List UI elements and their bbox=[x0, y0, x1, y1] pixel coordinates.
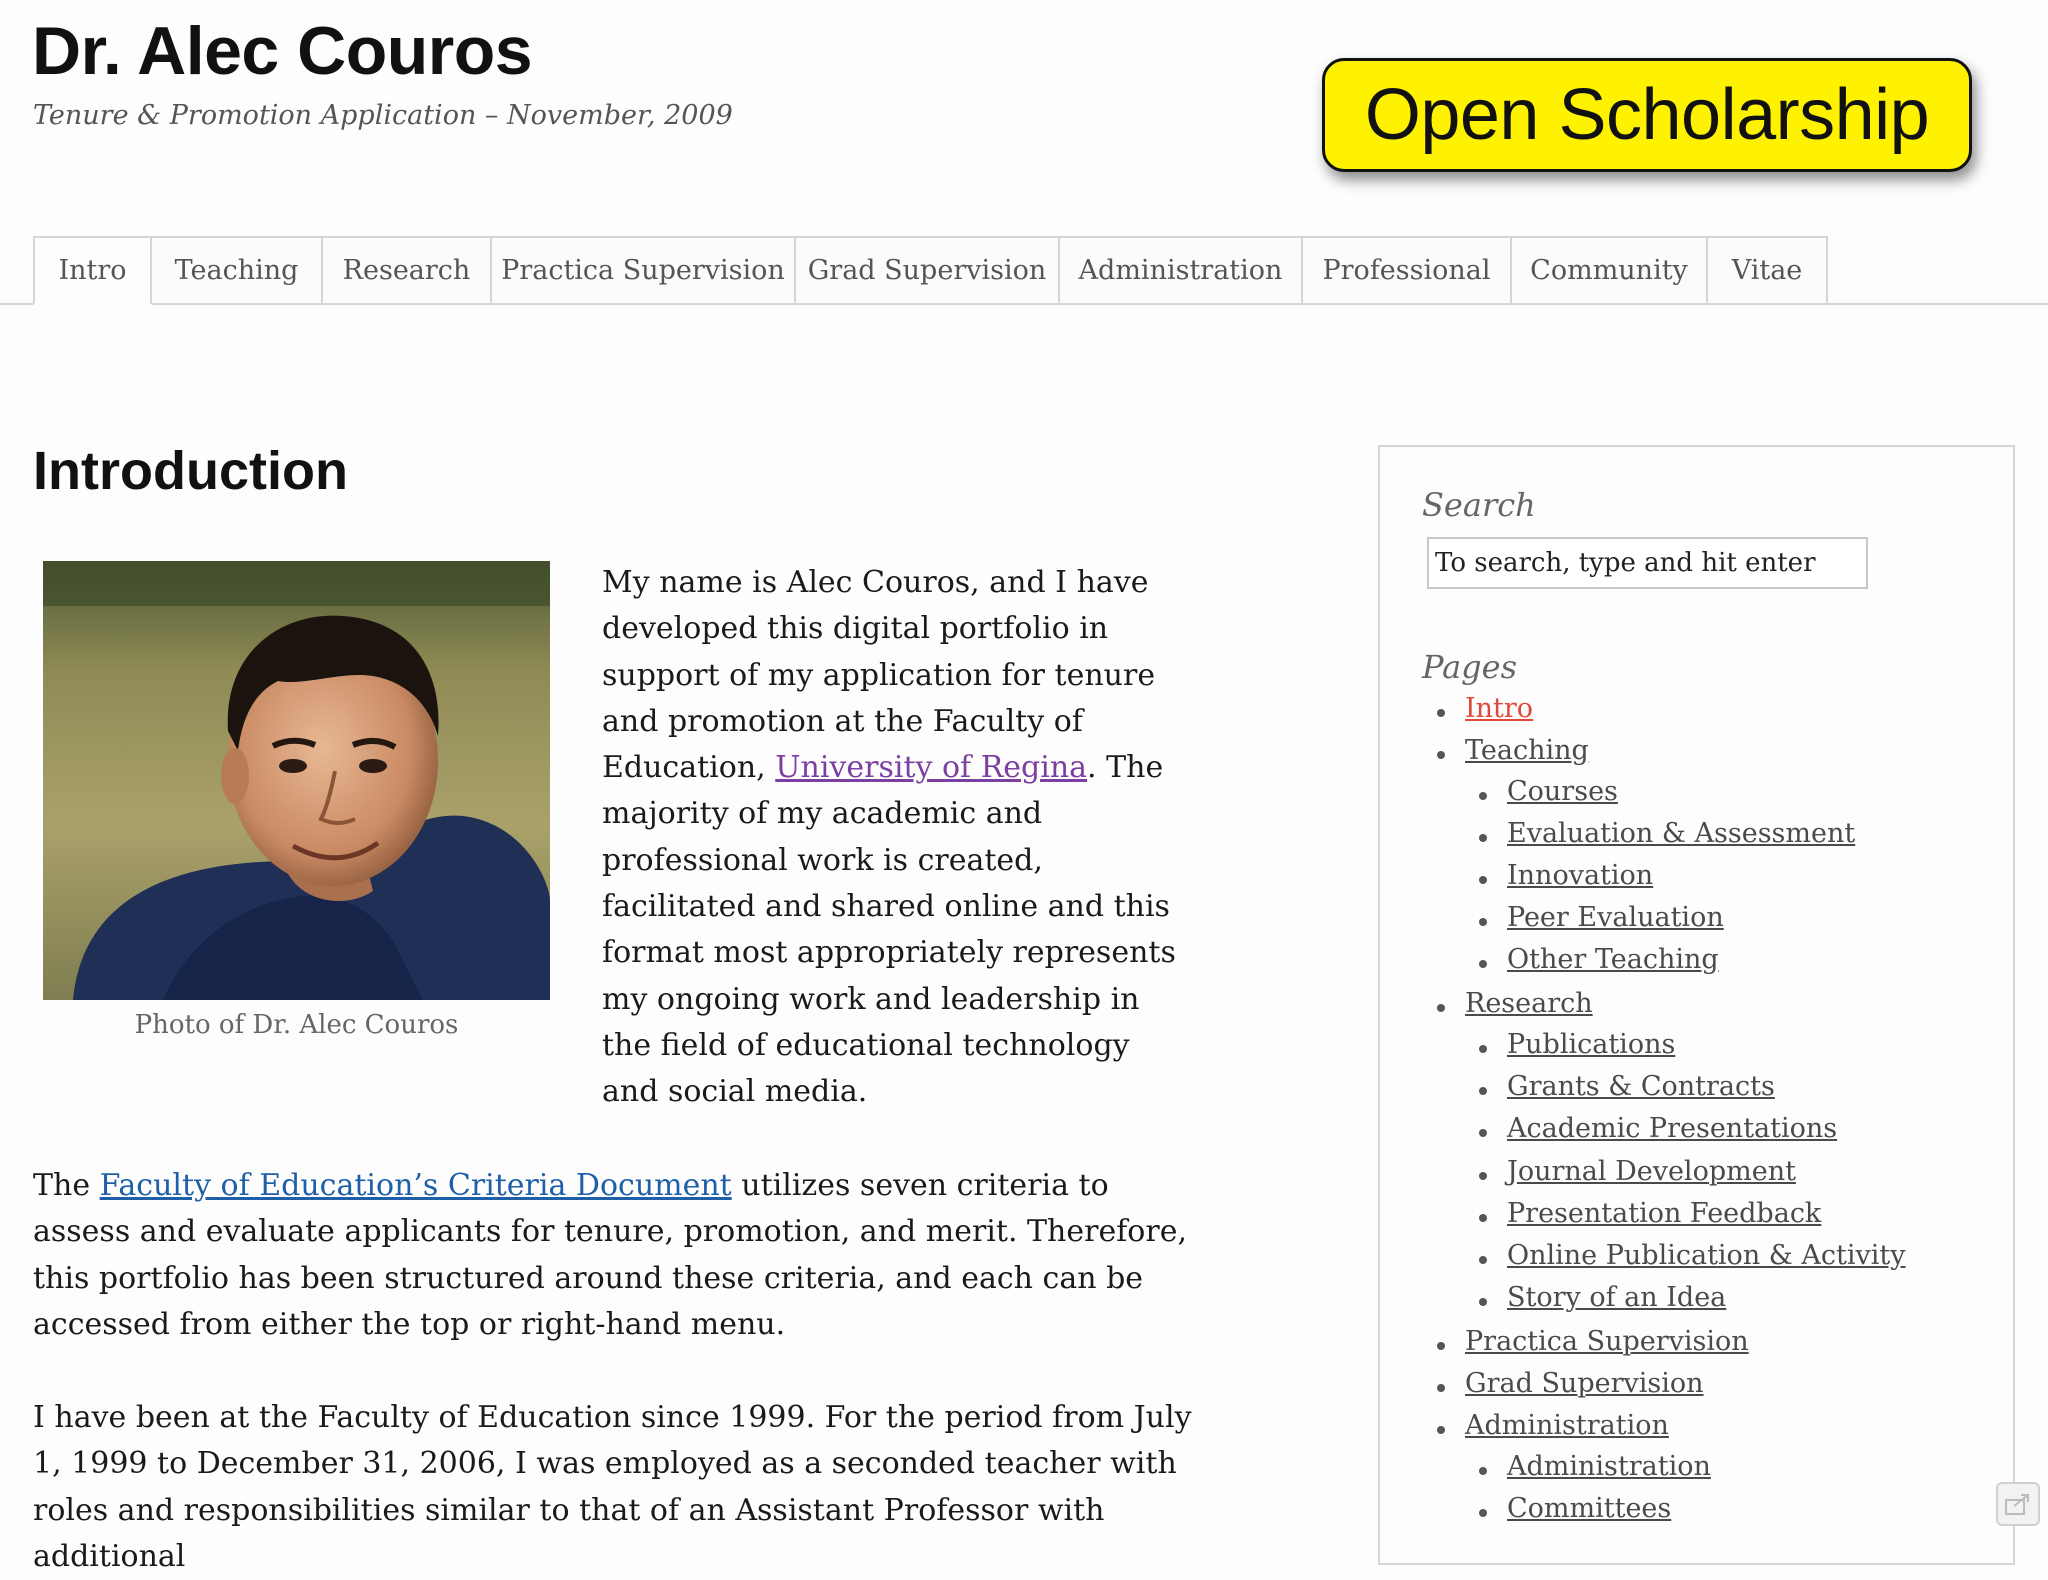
open-scholarship-badge: Open Scholarship bbox=[1322, 58, 1972, 172]
sidebar-item-peer-evaluation[interactable]: Peer Evaluation bbox=[1479, 902, 1724, 933]
sidebar-item-presentation-feedback[interactable]: Presentation Feedback bbox=[1478, 1198, 1821, 1229]
criteria-paragraph: The Faculty of Education’s Criteria Docu… bbox=[33, 1163, 1203, 1348]
university-of-regina-link[interactable]: University of Regina bbox=[775, 750, 1087, 785]
tab-grad-supervision[interactable]: Grad Supervision bbox=[796, 236, 1060, 305]
top-nav: Intro Teaching Research Practica Supervi… bbox=[33, 236, 1828, 305]
page-title: Introduction bbox=[33, 441, 348, 501]
search-input[interactable] bbox=[1427, 537, 1868, 589]
share-arrow-icon bbox=[2005, 1494, 2029, 1515]
sidebar: Search Pages Intro Teaching Courses Eval… bbox=[1378, 445, 2015, 1565]
tab-practica-supervision[interactable]: Practica Supervision bbox=[492, 236, 796, 305]
sidebar-item-research[interactable]: Research bbox=[1437, 988, 1593, 1019]
search-heading: Search bbox=[1422, 486, 1536, 524]
pages-heading: Pages bbox=[1422, 648, 1518, 686]
profile-photo bbox=[43, 561, 550, 1000]
sidebar-item-intro[interactable]: Intro bbox=[1436, 693, 1533, 724]
sidebar-item-grants-contracts[interactable]: Grants & Contracts bbox=[1479, 1071, 1775, 1102]
portrait-illustration bbox=[43, 561, 550, 1000]
share-icon[interactable] bbox=[1996, 1482, 2040, 1526]
sidebar-item-teaching[interactable]: Teaching bbox=[1437, 735, 1589, 766]
tab-research[interactable]: Research bbox=[323, 236, 492, 305]
sidebar-item-administration[interactable]: Administration bbox=[1437, 1410, 1669, 1441]
tab-intro[interactable]: Intro bbox=[33, 236, 152, 305]
history-paragraph: I have been at the Faculty of Education … bbox=[33, 1400, 1192, 1574]
tab-community[interactable]: Community bbox=[1512, 236, 1708, 305]
sidebar-item-other-teaching[interactable]: Other Teaching bbox=[1479, 944, 1719, 975]
site-subtitle: Tenure & Promotion Application – Novembe… bbox=[33, 100, 733, 131]
criteria-text-start: The bbox=[33, 1168, 100, 1203]
sidebar-item-committees[interactable]: Committees bbox=[1478, 1493, 1671, 1524]
sidebar-item-innovation[interactable]: Innovation bbox=[1478, 860, 1653, 891]
tab-professional[interactable]: Professional bbox=[1303, 236, 1512, 305]
sidebar-item-courses[interactable]: Courses bbox=[1479, 776, 1618, 807]
tab-vitae[interactable]: Vitae bbox=[1708, 236, 1828, 305]
sidebar-item-online-publication-activity[interactable]: Online Publication & Activity bbox=[1479, 1240, 1906, 1271]
criteria-document-link[interactable]: Faculty of Education’s Criteria Document bbox=[100, 1168, 732, 1203]
sidebar-item-story-of-an-idea[interactable]: Story of an Idea bbox=[1478, 1282, 1726, 1313]
site-title[interactable]: Dr. Alec Couros bbox=[32, 14, 533, 89]
sidebar-item-practica-supervision[interactable]: Practica Supervision bbox=[1437, 1326, 1749, 1357]
intro-paragraph: My name is Alec Couros, and I have devel… bbox=[602, 560, 1192, 1116]
tab-teaching[interactable]: Teaching bbox=[152, 236, 323, 305]
tab-administration[interactable]: Administration bbox=[1060, 236, 1303, 305]
sidebar-item-grad-supervision[interactable]: Grad Supervision bbox=[1437, 1368, 1704, 1399]
sidebar-item-evaluation-assessment[interactable]: Evaluation & Assessment bbox=[1478, 818, 1855, 849]
intro-text-end: . The majority of my academic and profes… bbox=[602, 750, 1176, 1110]
sidebar-item-academic-presentations[interactable]: Academic Presentations bbox=[1478, 1113, 1837, 1144]
sidebar-item-journal-development[interactable]: Journal Development bbox=[1479, 1156, 1796, 1187]
photo-caption: Photo of Dr. Alec Couros bbox=[134, 1010, 459, 1040]
sidebar-subitem-administration[interactable]: Administration bbox=[1479, 1451, 1711, 1482]
sidebar-item-publications[interactable]: Publications bbox=[1478, 1029, 1675, 1060]
